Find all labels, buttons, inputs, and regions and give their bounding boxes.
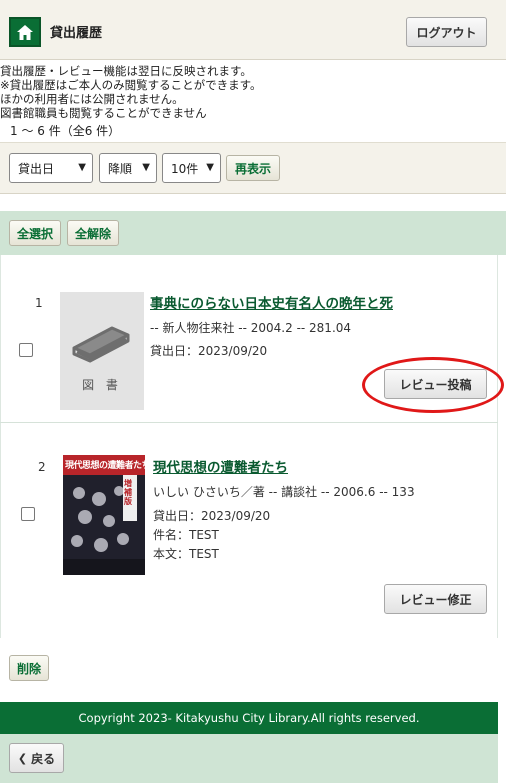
filter-bar: 貸出日 ▼ 降順 ▼ 10件 ▼ 再表示	[0, 142, 506, 194]
result-count: 1 〜 6 件（全6 件）	[10, 124, 121, 138]
item-number: 2	[38, 460, 46, 474]
notice-line: ※貸出履歴はご本人のみ閲覧することができます。	[0, 78, 262, 92]
back-label: 戻る	[31, 751, 56, 766]
back-bar: ❮ 戻る	[0, 734, 498, 783]
book-cover-image: 現代思想の遭難者たち 増補版	[63, 455, 145, 575]
chevron-down-icon: ▼	[78, 162, 86, 173]
chevron-down-icon: ▼	[142, 162, 150, 173]
delete-button[interactable]: 削除	[9, 655, 49, 681]
book-placeholder-label: 図 書	[82, 378, 122, 392]
item-subject: 件名：TEST	[153, 528, 219, 542]
per-page-select[interactable]: 10件 ▼	[162, 153, 221, 183]
select-all-button[interactable]: 全選択	[9, 220, 61, 246]
cover-title-text: 現代思想の遭難者たち	[65, 461, 145, 471]
item-divider	[0, 422, 498, 423]
item-meta: いしい ひさいち／著 -- 講談社 -- 2006.6 -- 133	[153, 485, 415, 499]
logout-button[interactable]: ログアウト	[406, 17, 487, 47]
item-title-link[interactable]: 現代思想の遭難者たち	[153, 456, 288, 476]
home-icon	[17, 24, 33, 40]
home-button[interactable]	[9, 17, 41, 47]
notice-text: 貸出履歴・レビュー機能は翌日に反映されます。 ※貸出履歴はご本人のみ閲覧すること…	[0, 64, 300, 120]
cover-sub-text: 増補版	[124, 479, 132, 506]
notice-line: 貸出履歴・レビュー機能は翌日に反映されます。	[0, 64, 252, 78]
annotation-circle	[362, 357, 504, 413]
item-loan-date: 貸出日：2023/09/20	[150, 344, 268, 358]
notice-line: 図書館職員も閲覧することができません	[0, 106, 207, 120]
item-checkbox[interactable]	[21, 507, 35, 521]
book-cover-art	[63, 455, 145, 575]
item-title-link[interactable]: 事典にのらない日本史有名人の晩年と死	[150, 292, 393, 312]
sort-order-select[interactable]: 降順 ▼	[99, 153, 157, 183]
page-header: 貸出履歴 ログアウト	[0, 0, 506, 60]
clear-all-button[interactable]: 全解除	[67, 220, 119, 246]
per-page-value: 10件	[171, 161, 199, 176]
book-placeholder-image: 図 書	[60, 292, 144, 410]
back-button[interactable]: ❮ 戻る	[9, 743, 64, 773]
page-title: 貸出履歴	[50, 26, 103, 41]
item-meta: -- 新人物往来社 -- 2004.2 -- 281.04	[150, 321, 352, 335]
sort-field-value: 貸出日	[18, 161, 55, 176]
item-body: 本文：TEST	[153, 547, 219, 561]
item-number: 1	[35, 296, 43, 310]
review-edit-button[interactable]: レビュー修正	[384, 584, 487, 614]
item-checkbox[interactable]	[19, 343, 33, 357]
chevron-left-icon: ❮	[17, 751, 28, 765]
item-loan-date: 貸出日：2023/09/20	[153, 509, 271, 523]
book-icon	[72, 326, 130, 363]
sort-field-select[interactable]: 貸出日 ▼	[9, 153, 93, 183]
redisplay-button[interactable]: 再表示	[226, 155, 280, 181]
footer-copyright: Copyright 2023- Kitakyushu City Library.…	[0, 702, 498, 734]
sort-order-value: 降順	[108, 161, 133, 176]
selection-bar: 全選択 全解除	[0, 211, 506, 255]
notice-line: ほかの利用者には公開されません。	[0, 92, 184, 106]
chevron-down-icon: ▼	[206, 162, 214, 173]
